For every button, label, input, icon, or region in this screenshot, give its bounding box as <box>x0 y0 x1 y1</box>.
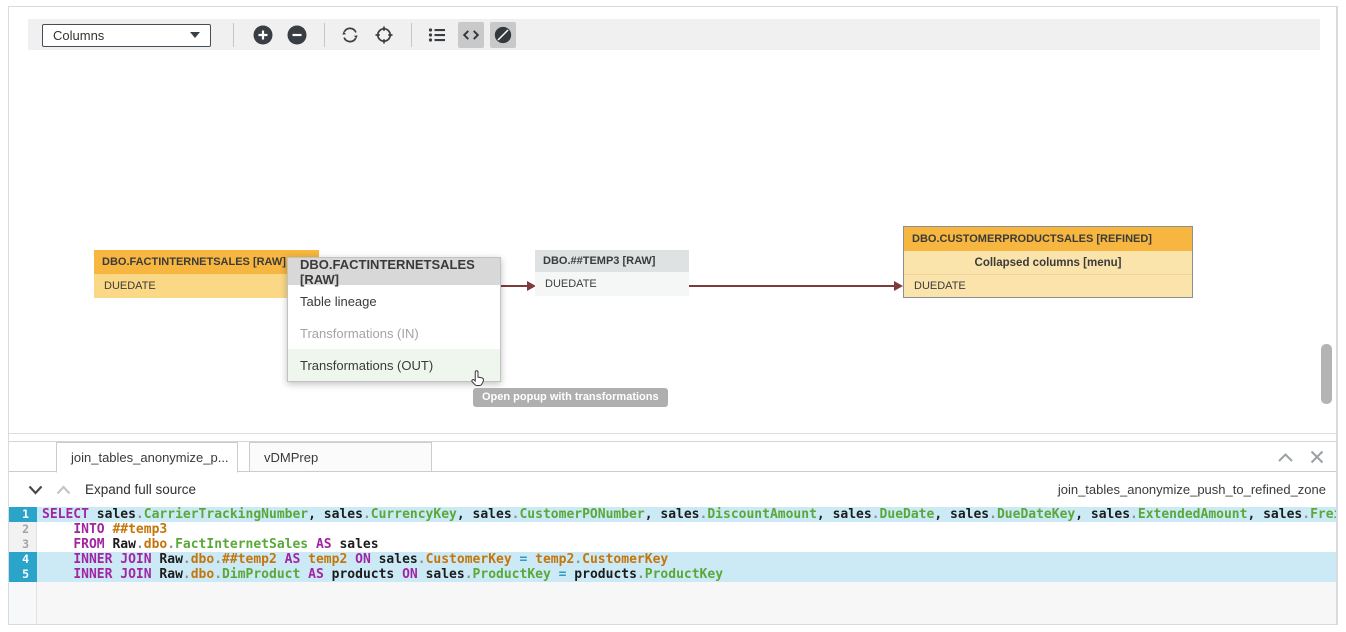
list-icon <box>426 24 448 46</box>
line-number[interactable]: 2 <box>9 522 37 537</box>
circle-slash-icon <box>493 25 513 45</box>
sql-code: FROM Raw.dbo.FactInternetSales AS sales <box>37 537 1336 552</box>
list-view-button[interactable] <box>424 22 450 48</box>
lineage-edge <box>501 285 528 287</box>
column-row-duedate[interactable]: DUEDATE <box>94 274 319 298</box>
sql-code: INNER JOIN Raw.dbo.DimProduct AS product… <box>37 567 1336 582</box>
collapsed-columns-menu[interactable]: Collapsed columns [menu] <box>904 251 1192 274</box>
menu-item-table-lineage[interactable]: Table lineage <box>288 285 500 317</box>
menu-item-transformations-in: Transformations (IN) <box>288 317 500 349</box>
line-number[interactable]: 1 <box>9 507 37 522</box>
reset-view-button[interactable] <box>337 22 363 48</box>
context-menu-title: DBO.FACTINTERNETSALES [RAW] <box>288 258 500 285</box>
app-frame: Columns <box>8 6 1338 625</box>
plus-circle-icon <box>252 24 274 46</box>
close-icon <box>1310 450 1324 464</box>
line-number[interactable]: 4 <box>9 552 37 567</box>
sql-line[interactable]: 5 INNER JOIN Raw.dbo.DimProduct AS produ… <box>9 567 1336 582</box>
table-node-header[interactable]: DBO.CUSTOMERPRODUCTSALES [REFINED] <box>904 227 1192 251</box>
sql-line[interactable]: 1SELECT sales.CarrierTrackingNumber, sal… <box>9 507 1336 522</box>
lineage-edge <box>689 285 895 287</box>
code-icon <box>461 25 481 45</box>
code-view-button[interactable] <box>458 22 484 48</box>
contrast-toggle-button[interactable] <box>490 22 516 48</box>
hand-cursor-icon <box>467 368 489 395</box>
node-context-menu: DBO.FACTINTERNETSALES [RAW] Table lineag… <box>287 257 501 382</box>
edge-arrowhead <box>894 281 903 291</box>
editor-empty-area <box>9 582 1336 624</box>
sql-code: INNER JOIN Raw.dbo.##temp2 AS temp2 ON s… <box>37 552 1336 567</box>
vertical-scrollbar-thumb[interactable] <box>1321 344 1332 404</box>
toolbar-separator <box>233 23 234 47</box>
sql-line[interactable]: 4 INNER JOIN Raw.dbo.##temp2 AS temp2 ON… <box>9 552 1336 567</box>
table-node-temp3[interactable]: DBO.##TEMP3 [RAW] DUEDATE <box>535 250 689 296</box>
table-node-header[interactable]: DBO.FACTINTERNETSALES [RAW] <box>94 250 319 274</box>
tab-vdmprep[interactable]: vDMPrep <box>249 442 432 472</box>
fit-to-view-button[interactable] <box>371 22 397 48</box>
toolbar-separator <box>411 23 412 47</box>
step-up-button[interactable] <box>53 482 73 498</box>
sql-source-viewer: 1SELECT sales.CarrierTrackingNumber, sal… <box>9 507 1336 624</box>
source-script-name: join_tables_anonymize_push_to_refined_zo… <box>1058 482 1326 497</box>
lineage-app: Columns <box>0 0 1346 632</box>
table-node-header[interactable]: DBO.##TEMP3 [RAW] <box>535 250 689 272</box>
code-empty <box>37 582 1336 624</box>
bottom-panel: join_tables_anonymize_p... vDMPrep <box>9 441 1336 624</box>
minus-circle-icon <box>286 24 308 46</box>
source-controls-row: Expand full source join_tables_anonymize… <box>9 472 1336 507</box>
editor-tabs-row: join_tables_anonymize_p... vDMPrep <box>9 442 1336 472</box>
chevron-down-icon <box>190 32 200 38</box>
sql-code: INTO ##temp3 <box>37 522 1336 537</box>
target-icon <box>373 24 395 46</box>
sql-line[interactable]: 2 INTO ##temp3 <box>9 522 1336 537</box>
step-down-button[interactable] <box>25 482 45 498</box>
gutter-empty <box>9 582 37 624</box>
collapse-panel-button[interactable] <box>1276 448 1294 466</box>
expand-full-source-link[interactable]: Expand full source <box>85 482 196 497</box>
line-number[interactable]: 3 <box>9 537 37 552</box>
tooltip: Open popup with transformations <box>473 388 668 407</box>
table-node-customerproductsales[interactable]: DBO.CUSTOMERPRODUCTSALES [REFINED] Colla… <box>903 226 1193 298</box>
column-row-duedate[interactable]: DUEDATE <box>904 274 1192 297</box>
chevron-up-icon <box>56 485 71 495</box>
zoom-out-button[interactable] <box>284 22 310 48</box>
close-panel-button[interactable] <box>1308 448 1326 466</box>
lineage-canvas[interactable]: DBO.FACTINTERNETSALES [RAW] DUEDATE DBO.… <box>9 50 1336 434</box>
tab-join-tables-anonymize[interactable]: join_tables_anonymize_p... <box>56 442 238 473</box>
zoom-in-button[interactable] <box>250 22 276 48</box>
toolbar-separator <box>324 23 325 47</box>
columns-dropdown[interactable]: Columns <box>42 24 211 47</box>
sql-lines: 1SELECT sales.CarrierTrackingNumber, sal… <box>9 507 1336 582</box>
chevron-up-icon <box>1277 452 1294 463</box>
diagram-toolbar: Columns <box>28 19 1320 51</box>
column-row-duedate[interactable]: DUEDATE <box>535 272 689 296</box>
sql-code: SELECT sales.CarrierTrackingNumber, sale… <box>37 507 1336 522</box>
sql-line[interactable]: 3 FROM Raw.dbo.FactInternetSales AS sale… <box>9 537 1336 552</box>
line-number[interactable]: 5 <box>9 567 37 582</box>
chevron-down-icon <box>28 485 43 495</box>
columns-dropdown-value: Columns <box>53 28 104 43</box>
refresh-icon <box>339 24 361 46</box>
table-node-factinternetsales[interactable]: DBO.FACTINTERNETSALES [RAW] DUEDATE <box>94 250 319 298</box>
